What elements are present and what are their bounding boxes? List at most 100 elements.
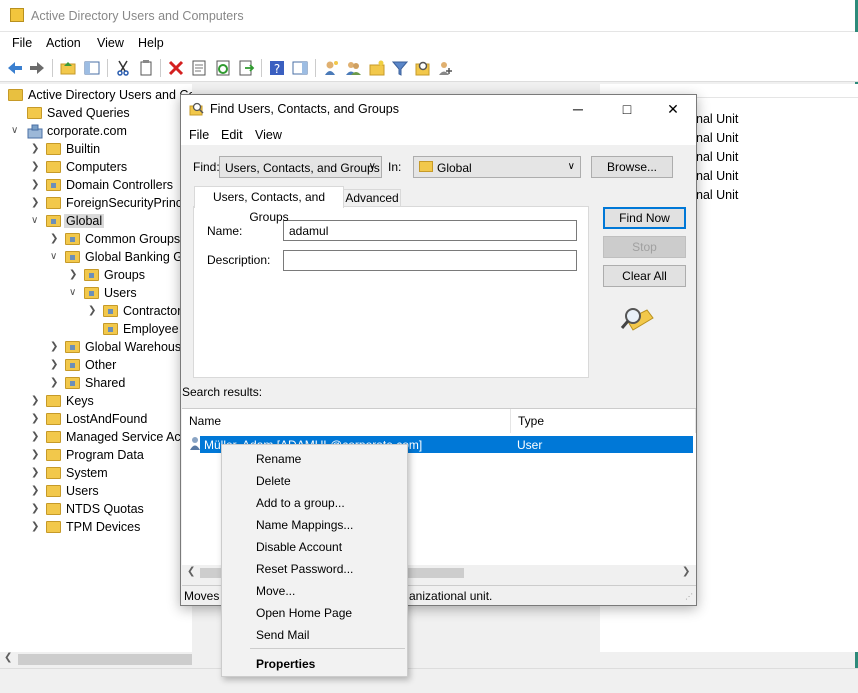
details-row-type[interactable]: nal Unit (696, 112, 738, 126)
expand-arrow-icon[interactable]: ❯ (31, 197, 41, 208)
expand-arrow-icon[interactable]: ❯ (31, 179, 41, 190)
minimize-icon[interactable]: ─ (564, 99, 592, 119)
search-results-label: Search results: (182, 385, 263, 399)
column-header-type[interactable]: Type (511, 409, 696, 433)
details-row-type[interactable]: nal Unit (696, 150, 738, 164)
folder-icon (46, 431, 61, 443)
find-type-select[interactable]: Users, Contacts, and Groups ∨ (219, 156, 382, 178)
menu-item-properties[interactable]: Properties (256, 657, 315, 671)
scrollbar-thumb[interactable] (18, 654, 192, 665)
show-action-pane-icon[interactable] (291, 59, 309, 77)
find-label: Find: (193, 160, 220, 174)
scroll-left-icon[interactable]: ❮ (4, 652, 12, 663)
expand-arrow-icon[interactable]: ❯ (31, 467, 41, 478)
menu-item-add-to-group[interactable]: Add to a group... (256, 496, 345, 510)
help-icon[interactable]: ? (268, 59, 286, 77)
folder-icon (27, 107, 42, 119)
new-user-icon[interactable] (322, 59, 340, 77)
main-menubar: File Action View Help (0, 32, 858, 54)
expand-arrow-icon[interactable]: ❯ (50, 341, 60, 352)
back-arrow-icon[interactable] (6, 59, 24, 77)
resize-grip-icon[interactable]: ⋰ (685, 592, 693, 601)
expand-arrow-icon[interactable]: ❯ (31, 449, 41, 460)
refresh-icon[interactable] (214, 59, 232, 77)
description-label: Description: (207, 253, 271, 267)
menu-file[interactable]: File (12, 36, 32, 50)
clear-all-button[interactable]: Clear All (603, 265, 686, 287)
folder-icon (46, 467, 61, 479)
menu-item-disable-account[interactable]: Disable Account (256, 540, 342, 554)
menu-item-move[interactable]: Move... (256, 584, 295, 598)
dialog-menu-file[interactable]: File (189, 128, 209, 142)
find-now-button[interactable]: Find Now (603, 207, 686, 229)
details-row-type[interactable]: nal Unit (696, 169, 738, 183)
delete-icon[interactable] (167, 59, 185, 77)
expand-arrow-icon[interactable]: ❯ (31, 413, 41, 424)
ou-folder-icon (65, 251, 80, 263)
ou-folder-icon (65, 359, 80, 371)
menu-item-send-mail[interactable]: Send Mail (256, 628, 309, 642)
folder-icon (46, 413, 61, 425)
scroll-left-icon[interactable]: ❮ (187, 566, 195, 577)
description-input[interactable] (283, 250, 577, 271)
cut-icon[interactable] (114, 59, 132, 77)
close-icon[interactable]: ✕ (659, 99, 687, 119)
search-location-select[interactable]: Global ∨ (413, 156, 581, 178)
filter-icon[interactable] (391, 59, 409, 77)
expand-arrow-icon[interactable]: ❯ (88, 305, 98, 316)
expand-arrow-icon[interactable]: ❯ (50, 377, 60, 388)
user-icon (190, 437, 200, 450)
aduc-app-icon (10, 8, 24, 22)
properties-icon[interactable] (190, 59, 208, 77)
menu-action[interactable]: Action (46, 36, 81, 50)
new-group-icon[interactable] (345, 59, 363, 77)
details-row-type[interactable]: nal Unit (696, 131, 738, 145)
menu-view[interactable]: View (97, 36, 124, 50)
dialog-menu-edit[interactable]: Edit (221, 128, 243, 142)
tab-users-contacts-groups[interactable]: Users, Contacts, and Groups (194, 186, 344, 224)
name-input[interactable]: adamul (283, 220, 577, 241)
menu-item-rename[interactable]: Rename (256, 452, 301, 466)
export-list-icon[interactable] (237, 59, 255, 77)
stop-button[interactable]: Stop (603, 236, 686, 258)
dialog-menu-view[interactable]: View (255, 128, 282, 142)
details-row-type[interactable]: nal Unit (696, 188, 738, 202)
maximize-icon[interactable]: □ (613, 99, 641, 119)
add-to-group-icon[interactable] (437, 59, 455, 77)
up-folder-icon[interactable] (59, 59, 77, 77)
show-hide-console-tree-icon[interactable] (83, 59, 101, 77)
svg-text:?: ? (274, 62, 280, 76)
expand-arrow-icon[interactable]: ❯ (31, 431, 41, 442)
find-icon[interactable] (414, 59, 432, 77)
folder-icon (46, 503, 61, 515)
ou-folder-icon (65, 233, 80, 245)
expand-arrow-icon[interactable]: ❯ (31, 485, 41, 496)
menu-help[interactable]: Help (138, 36, 164, 50)
collapse-arrow-icon[interactable]: ∨ (69, 287, 79, 298)
collapse-arrow-icon[interactable]: ∨ (31, 215, 41, 226)
forward-arrow-icon[interactable] (28, 59, 46, 77)
menu-item-open-home-page[interactable]: Open Home Page (256, 606, 352, 620)
expand-arrow-icon[interactable]: ❯ (69, 269, 79, 280)
new-ou-icon[interactable] (368, 59, 386, 77)
result-type: User (517, 438, 543, 452)
expand-arrow-icon[interactable]: ❯ (31, 161, 41, 172)
collapse-arrow-icon[interactable]: ∨ (50, 251, 60, 262)
menu-item-reset-password[interactable]: Reset Password... (256, 562, 353, 576)
browse-button[interactable]: Browse... (591, 156, 673, 178)
scroll-right-icon[interactable]: ❯ (682, 566, 690, 577)
copy-icon[interactable] (137, 59, 155, 77)
ou-folder-icon (46, 179, 61, 191)
collapse-arrow-icon[interactable]: ∨ (11, 125, 21, 136)
menu-item-delete[interactable]: Delete (256, 474, 291, 488)
column-header-name[interactable]: Name (182, 409, 511, 433)
menu-item-name-mappings[interactable]: Name Mappings... (256, 518, 353, 532)
expand-arrow-icon[interactable]: ❯ (31, 503, 41, 514)
expand-arrow-icon[interactable]: ❯ (31, 395, 41, 406)
main-toolbar: ? (0, 54, 858, 82)
console-tree[interactable]: Active Directory Users and Computers [..… (0, 84, 192, 652)
expand-arrow-icon[interactable]: ❯ (31, 143, 41, 154)
expand-arrow-icon[interactable]: ❯ (50, 233, 60, 244)
expand-arrow-icon[interactable]: ❯ (50, 359, 60, 370)
expand-arrow-icon[interactable]: ❯ (31, 521, 41, 532)
